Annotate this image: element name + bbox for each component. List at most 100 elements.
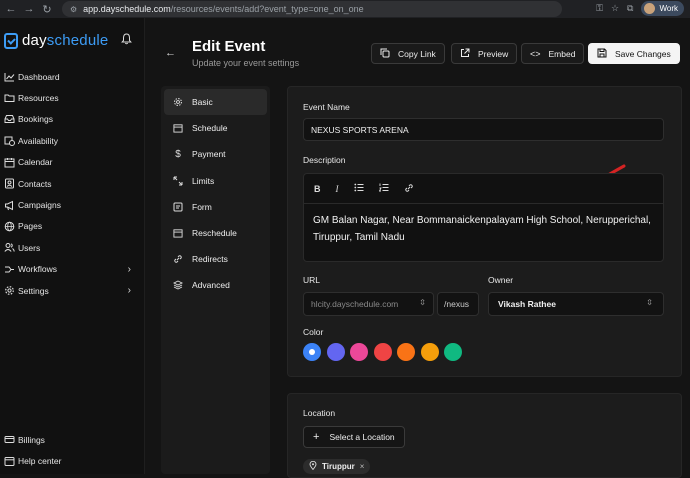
sidebar-item-calendar[interactable]: Calendar [0, 152, 145, 173]
site-settings-icon[interactable]: ⚙ [70, 5, 77, 14]
owner-value: Vikash Rathee [498, 299, 556, 309]
color-swatch[interactable] [397, 343, 415, 361]
description-label: Description [303, 155, 346, 165]
sidebar-item-label: Dashboard [18, 71, 60, 82]
color-swatch[interactable] [373, 343, 392, 361]
sidebar-item-label: Help center [18, 456, 62, 467]
folder-icon [3, 92, 15, 104]
preview-button[interactable]: Preview [451, 43, 518, 64]
tab-reschedule[interactable]: Reschedule [164, 220, 267, 246]
tab-label: Payment [192, 149, 226, 160]
calendar-icon [3, 156, 15, 168]
description-editor[interactable]: B I GM Balan Nagar, Near Bommanaickenpal… [303, 173, 664, 262]
select-arrows-icon: ⇳ [419, 298, 426, 307]
sidebar-item-pages[interactable]: Pages [0, 216, 145, 237]
tab-payment[interactable]: $ Payment [164, 141, 267, 167]
back-arrow-icon[interactable]: ← [4, 2, 18, 16]
url-label: URL [303, 275, 321, 285]
save-icon [597, 48, 607, 60]
sidebar-item-dashboard[interactable]: Dashboard [0, 66, 145, 87]
brand-name: dayschedule [22, 32, 109, 49]
sidebar-item-label: Users [18, 242, 41, 253]
reload-icon[interactable]: ↻ [40, 2, 54, 16]
chevron-right-icon: › [127, 284, 131, 296]
color-swatch[interactable] [444, 343, 462, 361]
sidebar-item-bookings[interactable]: Bookings [0, 109, 145, 130]
extensions-icon[interactable]: ⧉ [627, 3, 633, 14]
location-chip-label: Tiruppur [322, 462, 355, 471]
sidebar-item-label: Campaigns [18, 200, 61, 211]
location-chip[interactable]: Tiruppur × [303, 459, 371, 474]
sidebar-item-label: Settings [18, 285, 49, 296]
tab-label: Schedule [192, 123, 228, 134]
bold-icon[interactable]: B [314, 184, 321, 194]
key-icon[interactable]: ⚿ [596, 3, 603, 14]
sidebar-item-billings[interactable]: Billings [0, 429, 145, 450]
select-location-button[interactable]: + Select a Location [303, 426, 405, 448]
tab-basic[interactable]: Basic [164, 89, 267, 116]
bell-icon[interactable] [121, 33, 133, 47]
brand-logo[interactable]: dayschedule [4, 32, 108, 49]
bullet-list-icon[interactable] [353, 183, 364, 194]
sidebar-item-help-center[interactable]: Help center [0, 450, 145, 471]
location-label: Location [303, 408, 336, 418]
color-swatch[interactable] [303, 343, 321, 361]
description-text[interactable]: GM Balan Nagar, Near Bommanaickenpalayam… [304, 204, 663, 254]
forward-arrow-icon[interactable]: → [22, 2, 36, 16]
url-domain-value: hlcity.dayschedule.com [311, 299, 399, 309]
link-icon[interactable] [404, 183, 414, 195]
sidebar-item-users[interactable]: Users [0, 237, 145, 258]
color-swatch[interactable] [350, 343, 368, 361]
gear-icon [3, 285, 15, 297]
sidebar-item-label: Calendar [18, 157, 53, 168]
close-icon[interactable]: × [360, 462, 365, 471]
form-icon [172, 202, 184, 212]
calendar-clock-icon [3, 135, 15, 147]
sidebar-item-availability[interactable]: Availability [0, 130, 145, 151]
sidebar-nav: Dashboard Resources Bookings Availabilit… [0, 66, 145, 301]
tab-advanced[interactable]: Advanced [164, 272, 267, 298]
browser-toolbar: ← → ↻ ⚙ app.dayschedule.com/resources/ev… [0, 0, 690, 18]
sidebar-item-resources[interactable]: Resources [0, 87, 145, 108]
help-icon [3, 455, 15, 467]
copy-icon [380, 48, 390, 60]
profile-button[interactable]: Work [641, 1, 684, 16]
embed-button[interactable]: <> Embed [521, 43, 585, 64]
italic-icon[interactable]: I [336, 184, 339, 194]
embed-label: Embed [548, 48, 576, 59]
owner-label: Owner [488, 275, 514, 285]
url-text: app.dayschedule.com/resources/events/add… [83, 4, 364, 14]
calendar-icon [172, 123, 184, 133]
contacts-icon [3, 178, 15, 190]
event-name-input[interactable]: NEXUS SPORTS ARENA [303, 118, 664, 141]
sidebar-item-campaigns[interactable]: Campaigns [0, 194, 145, 215]
color-swatch[interactable] [326, 343, 345, 361]
globe-icon [3, 220, 15, 232]
sidebar-item-settings[interactable]: Settings › [0, 280, 145, 301]
sidebar-item-workflows[interactable]: Workflows › [0, 259, 145, 280]
numbered-list-icon[interactable] [378, 183, 389, 194]
settings-tabs: Basic Schedule $ Payment Limits Form Res… [161, 86, 270, 474]
copy-link-button[interactable]: Copy Link [371, 43, 445, 64]
url-domain-select[interactable]: hlcity.dayschedule.com ⇳ [303, 292, 434, 316]
sidebar-item-label: Resources [18, 93, 59, 104]
bookmark-star-icon[interactable]: ☆ [611, 3, 619, 14]
tab-label: Limits [192, 175, 215, 186]
url-slug-input[interactable]: /nexus [437, 292, 479, 316]
tab-form[interactable]: Form [164, 194, 267, 220]
profile-label: Work [659, 4, 678, 13]
back-arrow-icon[interactable]: ← [165, 47, 176, 59]
tab-redirects[interactable]: Redirects [164, 246, 267, 272]
owner-select[interactable]: Vikash Rathee ⇳ [488, 292, 664, 316]
color-label: Color [303, 327, 324, 337]
limits-icon [172, 176, 184, 186]
address-bar[interactable]: ⚙ app.dayschedule.com/resources/events/a… [62, 1, 562, 17]
main-content: ← Edit Event Update your event settings … [145, 18, 690, 478]
sidebar-item-contacts[interactable]: Contacts [0, 173, 145, 194]
tab-schedule[interactable]: Schedule [164, 115, 267, 141]
color-swatch[interactable] [420, 343, 439, 361]
external-link-icon [460, 48, 470, 60]
tab-limits[interactable]: Limits [164, 168, 267, 194]
description-line: Tiruppur, Tamil Nadu [313, 232, 405, 243]
save-changes-button[interactable]: Save Changes [588, 43, 680, 64]
